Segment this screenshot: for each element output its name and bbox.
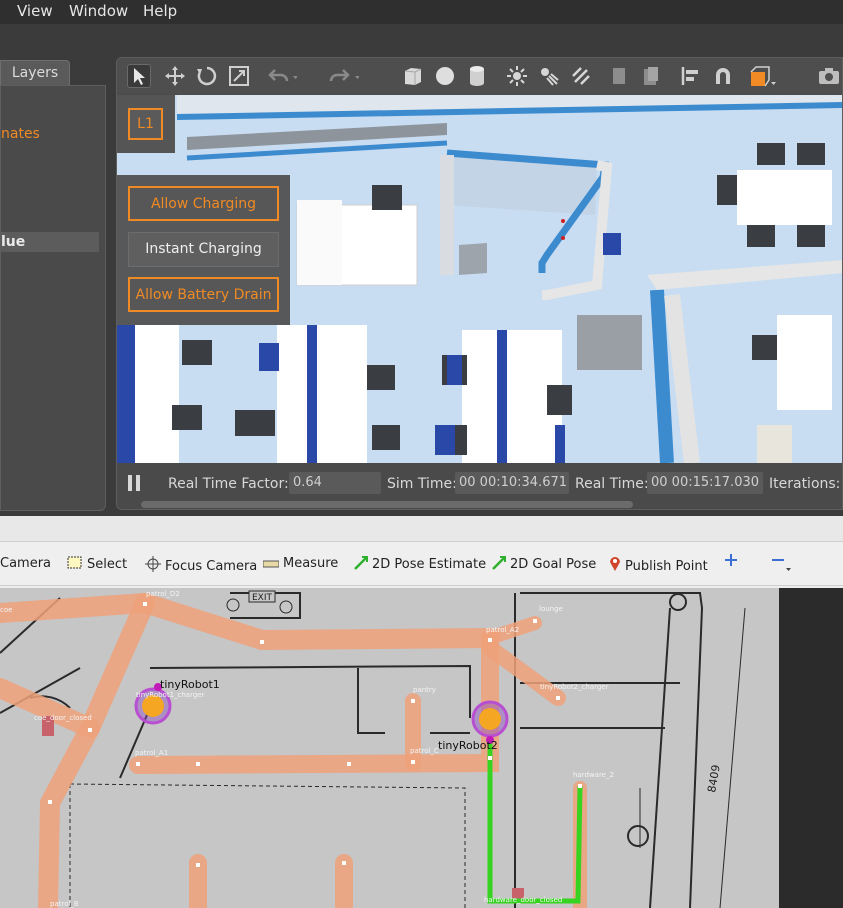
select-mode-icon[interactable] (127, 64, 151, 88)
scale-mode-icon[interactable] (227, 64, 251, 88)
rotate-mode-icon[interactable] (195, 64, 219, 88)
select-tool-label: Select (87, 557, 128, 572)
waypoint-label: coe (0, 606, 13, 614)
minus-icon (772, 559, 791, 571)
focus-camera-tool-label: Focus Camera (165, 559, 258, 574)
iterations-label: Iterations: (769, 476, 841, 492)
pause-icon[interactable] (127, 474, 143, 492)
waypoint-label: patrol_C (410, 747, 439, 755)
tool-publish-point[interactable]: Publish Point (609, 556, 708, 574)
level-l1-button[interactable]: L1 (128, 108, 163, 140)
allow-charging-button[interactable]: Allow Charging (128, 186, 279, 221)
remove-tool-button[interactable] (770, 552, 792, 576)
layers-value-header: lue (1, 232, 99, 252)
waypoint-label: tinyRobot1_charger (136, 691, 205, 699)
real-time-factor-value: 0.64 (289, 472, 381, 494)
redo-icon[interactable] (329, 64, 360, 88)
real-time-label: Real Time: (575, 476, 649, 492)
waypoint-label: hardware_door_closed (484, 896, 563, 904)
goal-pose-arrow-icon (492, 556, 506, 570)
desktop: View Window Help Layers nates lue L1 All… (0, 0, 843, 908)
view-angle-icon[interactable] (747, 64, 776, 88)
translate-mode-icon[interactable] (163, 64, 187, 88)
cylinder-shape-icon[interactable] (465, 64, 489, 88)
waypoint-label: hardware_2 (573, 771, 614, 779)
tool-2d-pose-estimate[interactable]: 2D Pose Estimate (354, 556, 486, 572)
waypoint-label: patrol_D2 (146, 590, 180, 598)
screenshot-camera-icon[interactable] (817, 64, 841, 88)
scene-toolbar (117, 58, 842, 94)
measure-tool-label: Measure (283, 556, 339, 571)
paste-icon[interactable] (639, 64, 663, 88)
tool-move-camera[interactable]: Camera (0, 556, 51, 571)
rviz-title-strip (0, 516, 843, 542)
simulation-status-bar: Real Time Factor: 0.64 Sim Time: 00 00:1… (117, 463, 842, 509)
tool-measure[interactable]: Measure (263, 556, 338, 571)
fleet-map-view[interactable]: EXIT 8409 tinyRobot1 tinyRobot2 patrol_D… (0, 588, 779, 908)
sim-time-value: 00 00:10:34.671 (455, 472, 569, 494)
gazebo-window: Layers nates lue L1 Allow Charging Insta… (0, 24, 843, 516)
snap-icon[interactable] (711, 64, 735, 88)
map-background-void (779, 588, 843, 908)
real-time-factor-label: Real Time Factor: (168, 476, 289, 492)
sim-time-label: Sim Time: (387, 476, 457, 492)
sphere-shape-icon[interactable] (433, 64, 457, 88)
floor-plan: EXIT 8409 (0, 588, 779, 908)
robot-label-tinyrobot2: tinyRobot2 (438, 739, 498, 752)
waypoint-label: patrol_A1 (135, 749, 169, 757)
robot-label-tinyrobot1: tinyRobot1 (160, 678, 220, 691)
tab-layers[interactable]: Layers (0, 60, 70, 86)
exit-sign-text: EXIT (252, 593, 273, 603)
focus-camera-icon (145, 556, 161, 572)
copy-icon[interactable] (607, 64, 631, 88)
waypoint-label: coe_door_closed (34, 714, 92, 722)
charging-panel: Allow Charging Instant Charging Allow Ba… (117, 175, 290, 325)
undo-icon[interactable] (267, 64, 298, 88)
camera-tool-label: Camera (0, 556, 52, 571)
layers-panel: nates lue (0, 85, 106, 511)
real-time-value: 00 00:15:17.030 (647, 472, 763, 494)
tool-select[interactable]: Select (67, 556, 127, 572)
pose-estimate-arrow-icon (354, 556, 368, 570)
add-tool-button[interactable] (723, 552, 739, 572)
menu-help[interactable]: Help (143, 2, 177, 20)
pose-estimate-tool-label: 2D Pose Estimate (372, 557, 487, 572)
horizontal-scrollbar[interactable] (141, 501, 633, 508)
menu-view[interactable]: View (17, 2, 53, 20)
spot-light-icon[interactable] (537, 64, 561, 88)
rviz-toolbar: Camera Select Focus Camera Measure 2D Po… (0, 542, 843, 586)
select-icon (67, 556, 82, 569)
office-3d-scene[interactable]: L1 Allow Charging Instant Charging Allow… (117, 95, 842, 463)
allow-battery-drain-button[interactable]: Allow Battery Drain (128, 277, 279, 312)
align-icon[interactable] (679, 64, 703, 88)
waypoint-label: tinyRobot2_charger (540, 683, 609, 691)
waypoint-label: lounge (539, 605, 563, 613)
rviz-window: Camera Select Focus Camera Measure 2D Po… (0, 516, 843, 908)
waypoint-label: pantry (413, 686, 436, 694)
instant-charging-button[interactable]: Instant Charging (128, 232, 279, 267)
ruler-icon (263, 560, 279, 568)
waypoint-label: patrol_A2 (486, 626, 520, 634)
plus-icon (725, 554, 737, 566)
tool-2d-goal-pose[interactable]: 2D Goal Pose (492, 556, 596, 572)
directional-light-icon[interactable] (569, 64, 593, 88)
waypoint-label: patrol_B (50, 900, 79, 908)
menu-window[interactable]: Window (69, 2, 128, 20)
publish-point-tool-label: Publish Point (625, 559, 708, 574)
box-shape-icon[interactable] (401, 64, 425, 88)
scene-viewport: L1 Allow Charging Instant Charging Allow… (116, 57, 843, 510)
level-selector: L1 (117, 95, 175, 153)
goal-pose-tool-label: 2D Goal Pose (510, 557, 597, 572)
point-light-icon[interactable] (505, 64, 529, 88)
menu-bar: View Window Help (0, 0, 843, 24)
layers-coordinates-label: nates (1, 126, 40, 142)
tool-focus-camera[interactable]: Focus Camera (145, 556, 257, 574)
map-pin-icon (610, 557, 620, 571)
